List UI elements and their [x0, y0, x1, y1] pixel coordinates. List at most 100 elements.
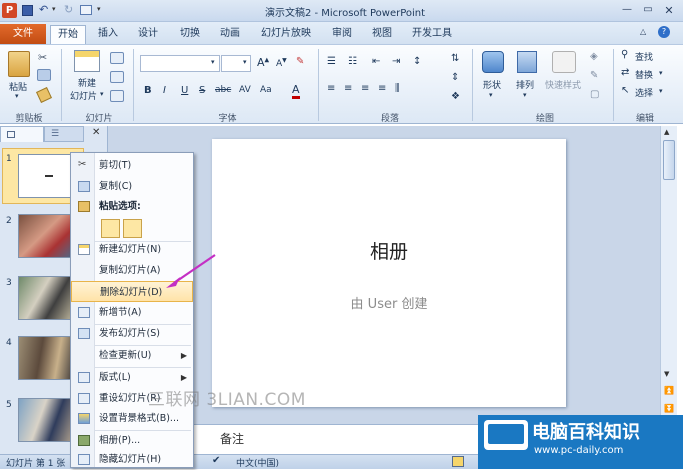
language-status[interactable]: 中文(中国): [236, 456, 279, 469]
slide-thumbnail-2[interactable]: [18, 214, 74, 258]
replace-button-label[interactable]: 替换: [635, 68, 653, 81]
change-case-button[interactable]: Aa: [260, 85, 272, 95]
previous-slide-icon[interactable]: ⏫: [664, 386, 674, 395]
new-slide-button-label[interactable]: 新建: [75, 76, 99, 89]
font-size-dropdown-icon[interactable]: ▾: [243, 58, 247, 66]
spellcheck-icon[interactable]: ✔: [212, 455, 220, 466]
char-spacing-button[interactable]: AV: [239, 85, 251, 95]
shrink-font-icon[interactable]: A▼: [276, 57, 287, 69]
menu-item-copy[interactable]: 复制(C): [71, 176, 193, 197]
tab-file[interactable]: 文件: [0, 24, 46, 44]
bullets-icon[interactable]: ☰: [327, 56, 336, 67]
font-family-select[interactable]: [140, 55, 220, 72]
outline-tab[interactable]: ☰: [44, 126, 84, 142]
paste-option-picture-button[interactable]: [123, 219, 142, 238]
align-left-icon[interactable]: ≡: [327, 83, 335, 94]
paste-option-keep-source-button[interactable]: [101, 219, 120, 238]
shadow-button[interactable]: abc: [215, 85, 231, 95]
slide-title[interactable]: 相册: [212, 237, 566, 264]
tab-developer[interactable]: 开发工具: [406, 25, 458, 44]
format-painter-icon[interactable]: [36, 87, 52, 103]
new-slide-icon[interactable]: [74, 50, 100, 72]
strike-button[interactable]: S: [199, 85, 205, 96]
paste-icon[interactable]: [8, 51, 30, 77]
scroll-down-icon[interactable]: ▼: [664, 370, 669, 378]
notes-placeholder[interactable]: 备注: [220, 430, 244, 447]
arrange-icon[interactable]: [517, 51, 537, 73]
shapes-button-label[interactable]: 形状: [483, 78, 501, 91]
new-slide-dropdown-icon[interactable]: ▾: [100, 90, 104, 98]
tab-home[interactable]: 开始: [50, 25, 86, 44]
scroll-up-icon[interactable]: ▲: [664, 128, 669, 136]
find-button-label[interactable]: 查找: [635, 50, 653, 63]
normal-view-button[interactable]: [452, 456, 464, 467]
ribbon-minimize-icon[interactable]: △: [640, 27, 646, 36]
undo-dropdown-icon[interactable]: ▾: [52, 5, 56, 13]
undo-icon[interactable]: ↶: [39, 3, 48, 16]
underline-button[interactable]: U: [181, 85, 188, 96]
arrange-dropdown-icon[interactable]: ▾: [523, 91, 527, 99]
slide-thumbnail-4[interactable]: [18, 336, 74, 380]
copy-small-icon[interactable]: [37, 69, 51, 81]
section-icon[interactable]: [110, 90, 124, 102]
italic-button[interactable]: I: [163, 85, 166, 96]
increase-indent-icon[interactable]: ⇥: [392, 56, 400, 67]
select-icon[interactable]: ↖: [621, 85, 629, 96]
font-color-button[interactable]: A: [292, 84, 300, 99]
select-button-label[interactable]: 选择: [635, 86, 653, 99]
shapes-icon[interactable]: [482, 51, 504, 73]
menu-item-photo-album[interactable]: 相册(P)...: [71, 430, 193, 451]
decrease-indent-icon[interactable]: ⇤: [372, 56, 380, 67]
tab-slideshow[interactable]: 幻灯片放映: [256, 25, 316, 44]
close-pane-icon[interactable]: ✕: [92, 127, 100, 138]
select-dropdown-icon[interactable]: ▾: [659, 87, 663, 95]
slide-thumbnail-3[interactable]: [18, 276, 74, 320]
paste-dropdown-icon[interactable]: ▾: [15, 92, 19, 100]
shape-outline-icon[interactable]: ✎: [590, 70, 598, 81]
numbering-icon[interactable]: ☷: [348, 56, 357, 67]
customize-qat-icon[interactable]: ▾: [97, 5, 101, 13]
tab-review[interactable]: 审阅: [326, 25, 358, 44]
justify-icon[interactable]: ≡: [378, 83, 386, 94]
redo-icon[interactable]: ↻: [64, 3, 73, 16]
align-right-icon[interactable]: ≡: [361, 83, 369, 94]
cut-icon[interactable]: ✂: [38, 51, 47, 64]
bold-button[interactable]: B: [144, 85, 152, 96]
menu-item-hide-slide[interactable]: 隐藏幻灯片(H): [71, 449, 193, 470]
arrange-button-label[interactable]: 排列: [516, 78, 534, 91]
slides-tab[interactable]: [0, 126, 44, 142]
align-center-icon[interactable]: ≡: [344, 83, 352, 94]
tab-transitions[interactable]: 切换: [173, 25, 207, 44]
shape-effects-icon[interactable]: ▢: [590, 89, 599, 100]
menu-item-cut[interactable]: ✂ 剪切(T): [71, 155, 193, 176]
line-spacing-icon[interactable]: ↕: [413, 56, 421, 67]
grow-font-icon[interactable]: A▲: [257, 56, 269, 69]
replace-icon[interactable]: ⇄: [621, 67, 629, 78]
font-family-dropdown-icon[interactable]: ▾: [211, 58, 215, 66]
tab-animations[interactable]: 动画: [213, 25, 247, 44]
layout-icon[interactable]: [110, 52, 124, 64]
new-slide-button-label-2[interactable]: 幻灯片: [70, 89, 97, 102]
text-direction-icon[interactable]: ⇅: [451, 53, 459, 64]
menu-item-format-background[interactable]: 设置背景格式(B)...: [71, 408, 193, 429]
columns-icon[interactable]: ⫼: [395, 83, 400, 94]
slideshow-quick-icon[interactable]: [80, 5, 92, 15]
tab-view[interactable]: 视图: [366, 25, 398, 44]
menu-item-publish-slides[interactable]: 发布幻灯片(S): [71, 323, 193, 344]
quick-styles-icon[interactable]: [552, 51, 576, 73]
clear-format-icon[interactable]: ✎: [296, 56, 304, 67]
help-icon[interactable]: ?: [658, 26, 670, 38]
slide-subtitle[interactable]: 由 User 创建: [212, 293, 566, 312]
scroll-thumb[interactable]: [663, 140, 675, 180]
maximize-button[interactable]: ▭: [639, 4, 657, 18]
next-slide-icon[interactable]: ⏬: [664, 404, 674, 413]
replace-dropdown-icon[interactable]: ▾: [659, 69, 663, 77]
app-icon[interactable]: P: [2, 3, 17, 18]
tab-insert[interactable]: 插入: [91, 25, 125, 44]
menu-item-check-updates[interactable]: 检查更新(U) ▶: [71, 345, 193, 366]
save-icon[interactable]: [22, 5, 33, 16]
quick-styles-button-label[interactable]: 快速样式: [545, 78, 581, 91]
align-text-icon[interactable]: ⇕: [451, 72, 459, 83]
find-icon[interactable]: ⚲: [621, 49, 628, 60]
smartart-icon[interactable]: ❖: [451, 91, 460, 102]
